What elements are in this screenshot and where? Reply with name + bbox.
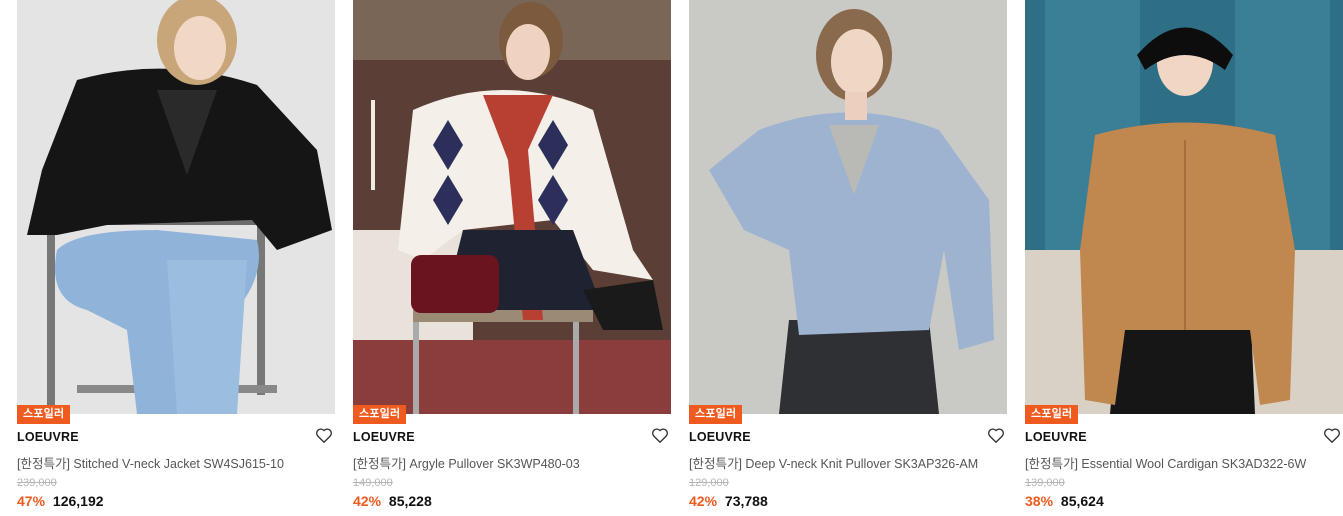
product-image[interactable] bbox=[353, 0, 671, 414]
original-price: 149,000 bbox=[353, 477, 393, 489]
sale-price: 73,788 bbox=[724, 493, 768, 509]
sale-price: 85,624 bbox=[1060, 493, 1104, 509]
original-price: 129,000 bbox=[689, 477, 729, 489]
original-price: 139,000 bbox=[1025, 477, 1065, 489]
heart-icon[interactable] bbox=[1323, 427, 1341, 444]
heart-icon[interactable] bbox=[651, 427, 669, 444]
price-line: 38% 85,624 bbox=[1025, 493, 1104, 509]
product-name[interactable]: [한정특가] Essential Wool Cardigan SK3AD322-… bbox=[1025, 453, 1325, 472]
original-price: 239,000 bbox=[17, 477, 57, 489]
product-card[interactable]: 스포일러 LOEUVRE [한정특가] Deep V-neck Knit Pul… bbox=[689, 0, 1007, 516]
price-line: 42% 73,788 bbox=[689, 493, 768, 509]
price-line: 42% 85,228 bbox=[353, 493, 432, 509]
product-name[interactable]: [한정특가] Stitched V-neck Jacket SW4SJ615-1… bbox=[17, 453, 317, 472]
product-name[interactable]: [한정특가] Argyle Pullover SK3WP480-03 bbox=[353, 453, 653, 472]
product-image[interactable] bbox=[17, 0, 335, 414]
product-grid: 스포일러 LOEUVRE [한정특가] Stitched V-neck Jack… bbox=[0, 0, 1343, 516]
heart-icon[interactable] bbox=[987, 427, 1005, 444]
spoiler-badge: 스포일러 bbox=[1025, 405, 1079, 424]
discount-rate: 42% bbox=[353, 493, 382, 509]
spoiler-badge: 스포일러 bbox=[353, 405, 407, 424]
brand-name[interactable]: LOEUVRE bbox=[689, 430, 751, 444]
discount-rate: 42% bbox=[689, 493, 718, 509]
spoiler-badge: 스포일러 bbox=[689, 405, 743, 424]
brand-name[interactable]: LOEUVRE bbox=[353, 430, 415, 444]
sale-price: 85,228 bbox=[388, 493, 432, 509]
spoiler-badge: 스포일러 bbox=[17, 405, 71, 424]
sale-price: 126,192 bbox=[52, 493, 104, 509]
discount-rate: 38% bbox=[1025, 493, 1054, 509]
brand-name[interactable]: LOEUVRE bbox=[1025, 430, 1087, 444]
discount-rate: 47% bbox=[17, 493, 46, 509]
price-line: 47% 126,192 bbox=[17, 493, 104, 509]
product-card[interactable]: 스포일러 LOEUVRE [한정특가] Stitched V-neck Jack… bbox=[17, 0, 335, 516]
product-image[interactable] bbox=[1025, 0, 1343, 414]
product-card[interactable]: 스포일러 LOEUVRE [한정특가] Argyle Pullover SK3W… bbox=[353, 0, 671, 516]
brand-name[interactable]: LOEUVRE bbox=[17, 430, 79, 444]
product-name[interactable]: [한정특가] Deep V-neck Knit Pullover SK3AP32… bbox=[689, 453, 989, 472]
heart-icon[interactable] bbox=[315, 427, 333, 444]
product-card[interactable]: 스포일러 LOEUVRE [한정특가] Essential Wool Cardi… bbox=[1025, 0, 1343, 516]
product-image[interactable] bbox=[689, 0, 1007, 414]
